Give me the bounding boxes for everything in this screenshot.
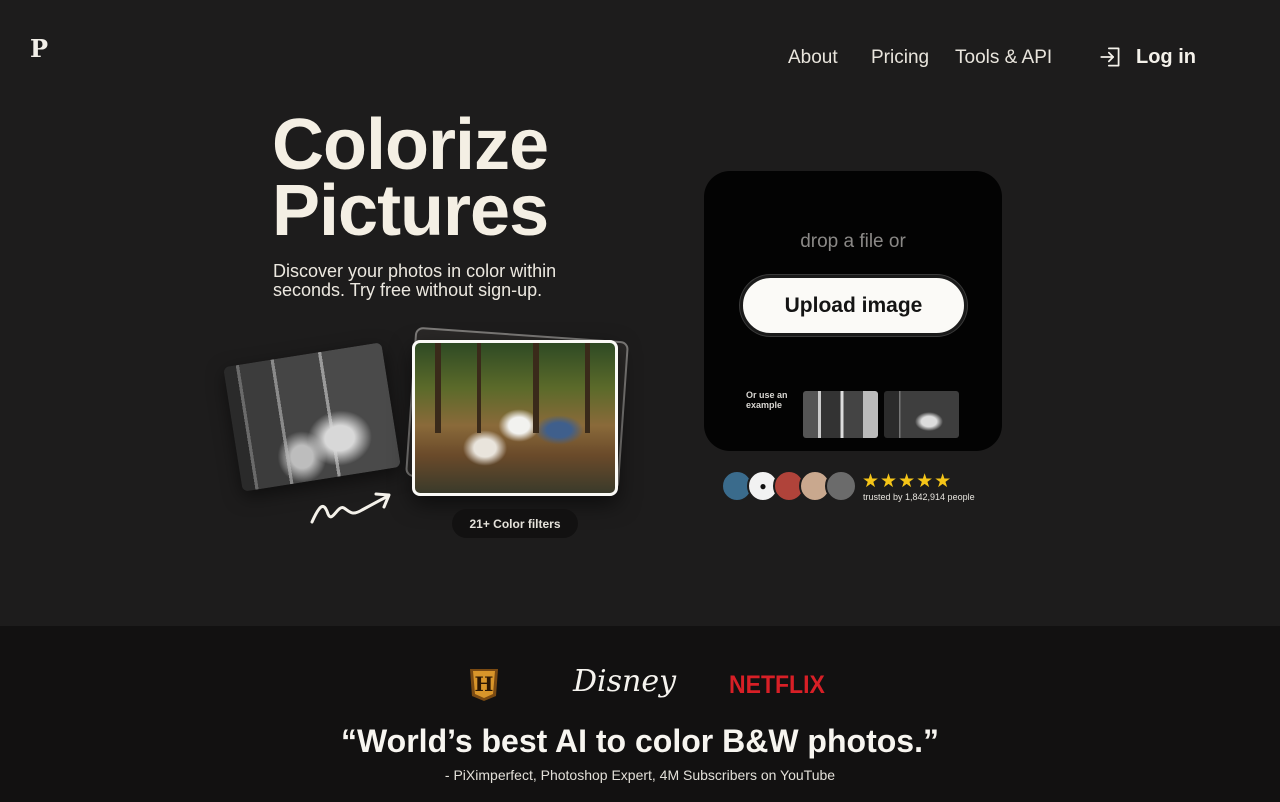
upload-image-button[interactable]: Upload image [740, 275, 967, 336]
nav-pricing[interactable]: Pricing [871, 47, 929, 69]
squiggle-arrow-icon [310, 492, 391, 524]
example-label: Or use an example [746, 390, 788, 410]
login-label: Log in [1136, 45, 1196, 68]
hero-subtitle: Discover your photos in color within sec… [273, 261, 557, 300]
trusted-count: trusted by 1,842,914 people [863, 492, 975, 502]
nav-tools-api[interactable]: Tools & API [955, 47, 1052, 69]
example-thumbnail-1[interactable] [803, 391, 878, 438]
page-title: Colorize Pictures [272, 109, 692, 247]
rating-stars: ★★★★★ [862, 471, 953, 492]
black-white-sample-photo [223, 342, 401, 492]
color-filters-badge: 21+ Color filters [452, 509, 578, 538]
hero-section [0, 0, 1280, 626]
login-arrow-icon [1100, 47, 1120, 67]
history-logo: H [470, 669, 498, 701]
login-link[interactable]: Log in [1098, 44, 1196, 70]
colorized-sample-photo [412, 340, 618, 496]
example-thumbnail-2[interactable] [884, 391, 959, 438]
testimonial-quote: “World’s best AI to color B&W photos.” [341, 723, 939, 759]
drop-file-text: drop a file or [800, 231, 906, 252]
disney-logo: Disney [573, 664, 677, 699]
title-line-2: Pictures [272, 171, 549, 251]
upload-dropzone[interactable]: drop a file or Upload image Or use an ex… [704, 171, 1002, 451]
avatar [825, 470, 857, 502]
history-logo-letter: H [475, 672, 494, 696]
logo[interactable]: P [30, 34, 48, 63]
netflix-logo: NETFLIX [729, 671, 825, 699]
testimonial-attribution: - PiXimperfect, Photoshop Expert, 4M Sub… [444, 767, 836, 783]
user-avatars: ● [721, 470, 857, 502]
nav-about[interactable]: About [788, 47, 838, 69]
